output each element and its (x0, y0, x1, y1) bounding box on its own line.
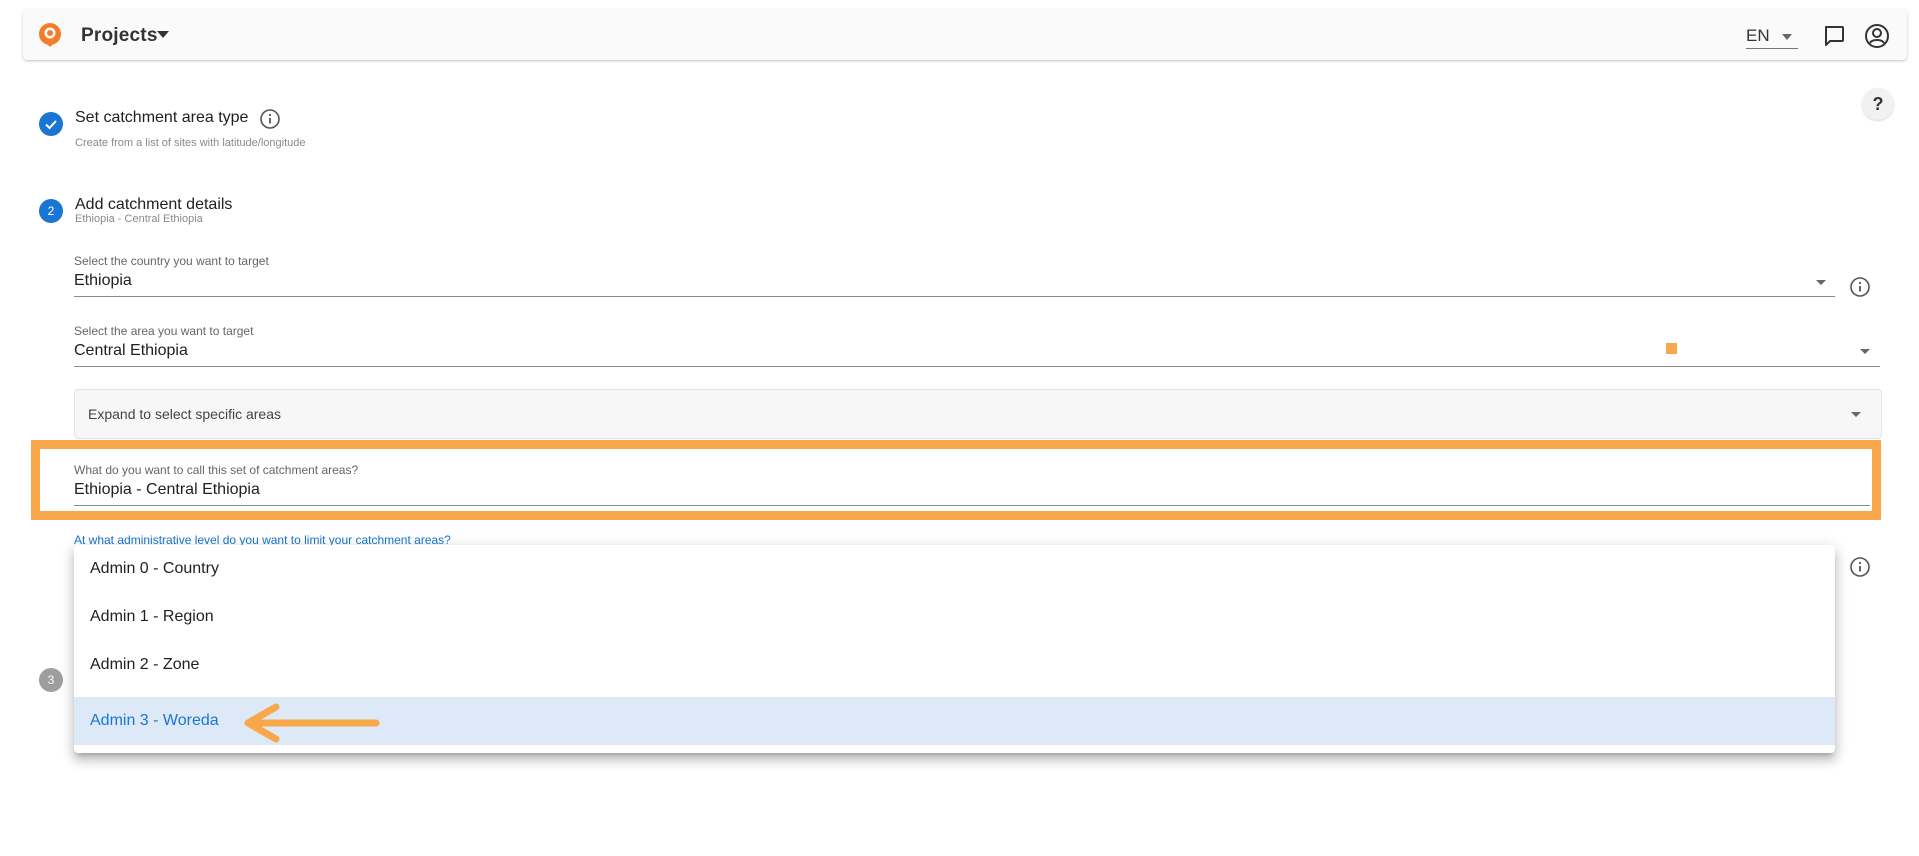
step-2-subtitle: Ethiopia - Central Ethiopia (75, 213, 203, 225)
projects-menu-title[interactable]: Projects (81, 25, 158, 47)
info-icon[interactable] (1849, 276, 1871, 298)
menu-item-label: Admin 3 - Woreda (90, 712, 219, 729)
menu-item-admin-2[interactable]: Admin 2 - Zone (74, 641, 1835, 689)
menu-item-admin-1[interactable]: Admin 1 - Region (74, 593, 1835, 641)
expand-specific-areas-panel[interactable]: Expand to select specific areas (74, 389, 1882, 439)
feedback-chat-icon[interactable] (1822, 24, 1846, 48)
menu-item-label: Admin 2 - Zone (90, 656, 200, 673)
check-icon (45, 120, 57, 130)
menu-item-admin-0[interactable]: Admin 0 - Country (74, 545, 1835, 593)
account-circle-icon[interactable] (1864, 23, 1890, 49)
catchment-name-underline (74, 505, 1870, 506)
menu-item-label: Admin 0 - Country (90, 560, 219, 577)
info-icon[interactable] (259, 108, 281, 130)
logo-icon[interactable] (37, 22, 63, 48)
help-button[interactable]: ? (1862, 88, 1894, 120)
chevron-down-icon (1782, 34, 1792, 40)
catchment-name-label: What do you want to call this set of cat… (74, 463, 359, 477)
step-1-subtitle: Create from a list of sites with latitud… (75, 137, 306, 149)
chevron-down-icon[interactable] (1816, 280, 1826, 285)
area-select-value[interactable]: Central Ethiopia (74, 342, 188, 360)
catchment-name-input[interactable]: Ethiopia - Central Ethiopia (74, 481, 260, 499)
language-value: EN (1746, 26, 1770, 45)
expand-panel-label: Expand to select specific areas (88, 406, 281, 422)
step-1-title: Set catchment area type (75, 109, 249, 126)
step-2-number: 2 (39, 199, 63, 223)
info-icon[interactable] (1849, 556, 1871, 578)
menu-item-label: Admin 1 - Region (90, 608, 214, 625)
chevron-down-icon[interactable] (1860, 349, 1870, 354)
marker-square (1666, 343, 1677, 354)
area-field-label: Select the area you want to target (74, 324, 254, 338)
annotation-arrow-icon (244, 703, 380, 743)
area-select-underline (74, 366, 1880, 367)
language-select[interactable]: EN (1746, 24, 1798, 49)
country-select-value[interactable]: Ethiopia (74, 272, 132, 290)
top-app-bar: Projects EN (23, 10, 1907, 60)
step-2-title: Add catchment details (75, 196, 233, 213)
name-field-highlight (31, 440, 1881, 520)
step-3-number: 3 (39, 668, 63, 692)
country-field-label: Select the country you want to target (74, 254, 269, 268)
chevron-down-icon[interactable] (157, 31, 169, 38)
country-select-underline (74, 296, 1835, 297)
step-1-check-icon (39, 112, 63, 136)
chevron-down-icon (1851, 412, 1861, 417)
